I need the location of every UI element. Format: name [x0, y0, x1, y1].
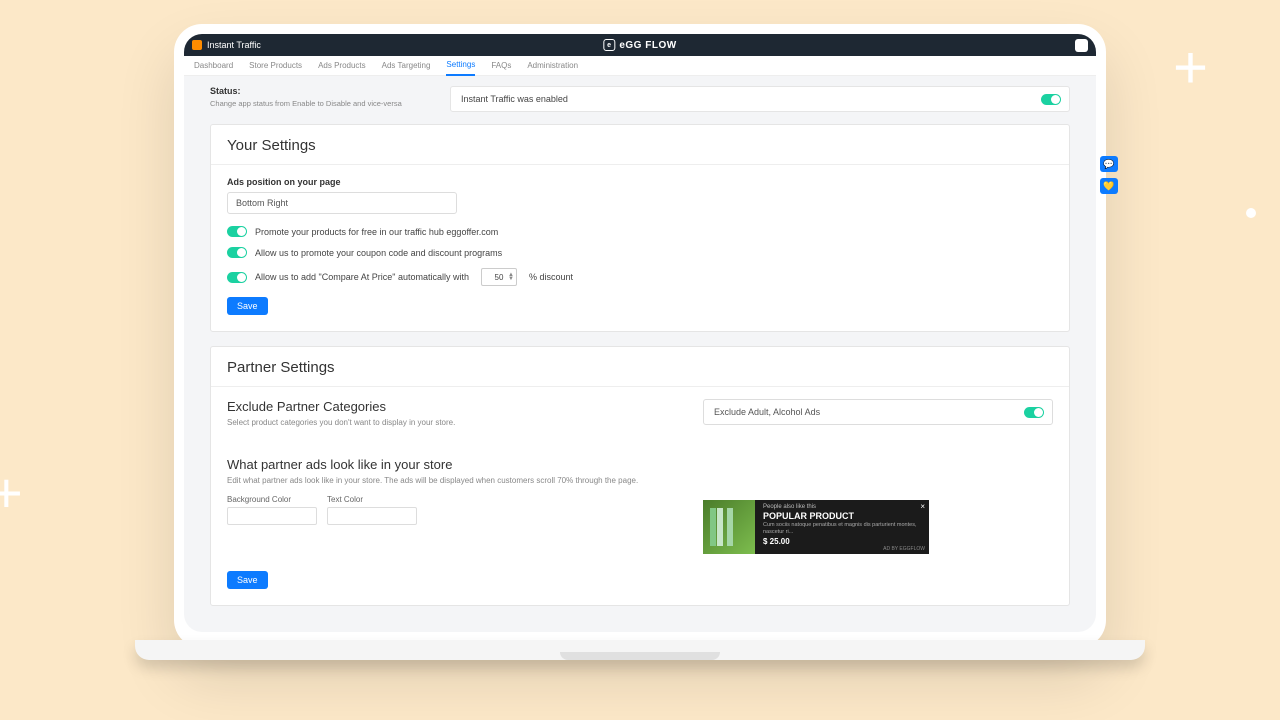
exclude-toggle[interactable] — [1024, 407, 1044, 418]
compare-price-pre: Allow us to add "Compare At Price" autom… — [255, 272, 469, 282]
compare-price-post: % discount — [529, 272, 573, 282]
save-partner-button[interactable]: Save — [227, 571, 268, 589]
brand-name: Instant Traffic — [207, 40, 261, 50]
text-color-input[interactable] — [327, 507, 417, 525]
exclude-value: Exclude Adult, Alcohol Ads — [714, 407, 820, 417]
logo-mark-icon: e — [603, 39, 615, 51]
nav-ads-products[interactable]: Ads Products — [318, 56, 366, 75]
exclude-sub: Select product categories you don't want… — [227, 418, 673, 427]
bg-dot-icon — [1246, 208, 1256, 218]
ad-price: $ 25.00 — [763, 537, 921, 546]
laptop-frame: Instant Traffic e eGG FLOW Dashboard Sto… — [174, 24, 1106, 648]
exclude-title: Exclude Partner Categories — [227, 399, 673, 414]
look-sub: Edit what partner ads look like in your … — [227, 476, 1053, 485]
divider — [211, 386, 1069, 387]
bg-plus-icon — [1173, 38, 1208, 98]
app-logo: e eGG FLOW — [603, 39, 676, 51]
nav-faqs[interactable]: FAQs — [491, 56, 511, 75]
page-body: Status: Change app status from Enable to… — [184, 76, 1096, 630]
bg-plus-bl-icon — [0, 460, 23, 525]
ads-position-select[interactable]: Bottom Right — [227, 192, 457, 214]
brand-icon — [192, 40, 202, 50]
ad-desc: Cum sociis natoque penatibus et magnis d… — [763, 522, 921, 535]
partner-title: Partner Settings — [227, 359, 1053, 376]
spinner-icon[interactable]: ▲▼ — [508, 273, 514, 281]
app-enable-toggle[interactable] — [1041, 94, 1061, 105]
nav-dashboard[interactable]: Dashboard — [194, 56, 233, 75]
logo-text: eGG FLOW — [619, 40, 676, 51]
look-title: What partner ads look like in your store — [227, 457, 1053, 472]
text-color-label: Text Color — [327, 495, 417, 504]
topbar: Instant Traffic e eGG FLOW — [184, 34, 1096, 56]
status-sub: Change app status from Enable to Disable… — [210, 99, 430, 108]
bg-color-input[interactable] — [227, 507, 317, 525]
ad-by: AD BY EGGFLOW — [883, 546, 925, 552]
your-settings-card: Your Settings Ads position on your page … — [210, 124, 1070, 332]
ad-product-image — [703, 500, 755, 554]
save-your-settings-button[interactable]: Save — [227, 297, 268, 315]
promote-coupon-label: Allow us to promote your coupon code and… — [255, 248, 502, 258]
ad-small-text: People also like this — [763, 504, 921, 510]
ad-close-icon[interactable]: × — [920, 502, 925, 511]
status-label: Status: — [210, 86, 430, 96]
discount-input[interactable]: 50 ▲▼ — [481, 268, 517, 286]
avatar[interactable] — [1075, 39, 1088, 52]
partner-settings-card: Partner Settings Exclude Partner Categor… — [210, 346, 1070, 606]
nav-settings[interactable]: Settings — [446, 55, 475, 76]
divider — [211, 164, 1069, 165]
promote-coupon-toggle[interactable] — [227, 247, 247, 258]
promote-hub-toggle[interactable] — [227, 226, 247, 237]
compare-price-row: Allow us to add "Compare At Price" autom… — [227, 268, 1053, 286]
status-banner: Instant Traffic was enabled — [450, 86, 1070, 112]
ad-title: POPULAR PRODUCT — [763, 511, 921, 521]
status-row: Status: Change app status from Enable to… — [210, 86, 1070, 112]
subnav: Dashboard Store Products Ads Products Ad… — [184, 56, 1096, 76]
laptop-notch — [560, 652, 720, 660]
discount-value: 50 — [495, 273, 504, 282]
screen: Instant Traffic e eGG FLOW Dashboard Sto… — [184, 34, 1096, 632]
nav-store-products[interactable]: Store Products — [249, 56, 302, 75]
promote-coupon-row: Allow us to promote your coupon code and… — [227, 247, 1053, 258]
exclude-select[interactable]: Exclude Adult, Alcohol Ads — [703, 399, 1053, 425]
ads-position-label: Ads position on your page — [227, 177, 1053, 187]
bg-color-label: Background Color — [227, 495, 317, 504]
ad-preview: People also like this POPULAR PRODUCT Cu… — [703, 500, 929, 554]
ads-position-value: Bottom Right — [236, 198, 288, 208]
nav-ads-targeting[interactable]: Ads Targeting — [382, 56, 431, 75]
promote-hub-label: Promote your products for free in our tr… — [255, 227, 498, 237]
your-settings-title: Your Settings — [227, 137, 1053, 154]
promote-hub-row: Promote your products for free in our tr… — [227, 226, 1053, 237]
status-banner-text: Instant Traffic was enabled — [461, 94, 568, 104]
compare-price-toggle[interactable] — [227, 272, 247, 283]
status-left: Status: Change app status from Enable to… — [210, 86, 430, 112]
nav-administration[interactable]: Administration — [527, 56, 578, 75]
